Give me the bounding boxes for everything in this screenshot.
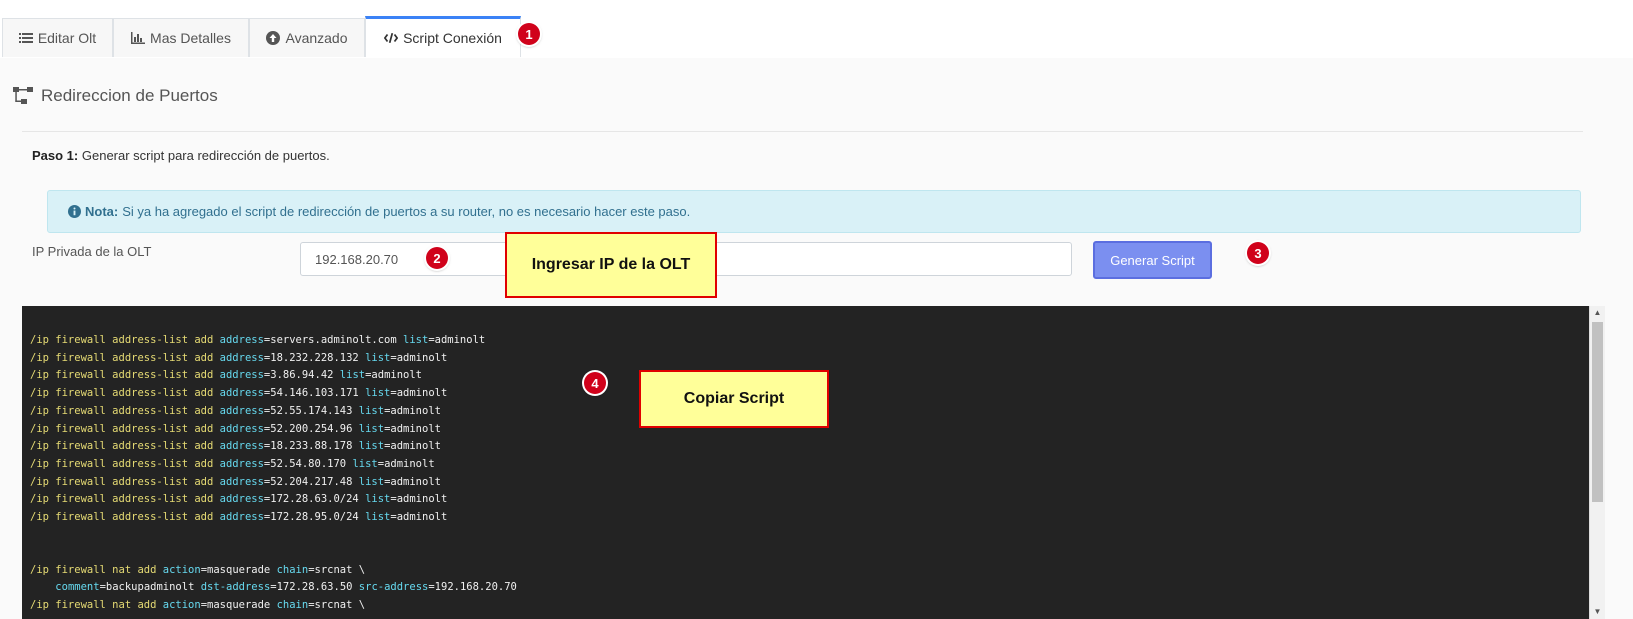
divider — [22, 131, 1583, 132]
address-list-line: /ip firewall address-list add address=52… — [30, 475, 441, 488]
tab-label: Editar Olt — [37, 30, 97, 46]
chart-icon — [131, 32, 146, 44]
scroll-up-icon[interactable]: ▲ — [1590, 306, 1605, 320]
address-list-line: /ip firewall address-list add address=18… — [30, 440, 441, 453]
tab-script-conexion[interactable]: Script Conexión — [365, 16, 521, 57]
copy-callout: Copiar Script — [639, 370, 829, 428]
tab-bar: Editar Olt Mas Detalles Avanzado Script … — [0, 16, 1633, 59]
note-alert: Nota: Si ya ha agregado el script de red… — [47, 190, 1581, 233]
address-list-line: /ip firewall address-list add address=52… — [30, 457, 435, 470]
tab-editar-olt[interactable]: Editar Olt — [2, 18, 113, 57]
scroll-down-icon[interactable]: ▼ — [1590, 605, 1605, 619]
ip-field-label: IP Privada de la OLT — [32, 244, 152, 259]
address-list-line: /ip firewall address-list add address=18… — [30, 351, 448, 364]
note-text: Si ya ha agregado el script de redirecci… — [122, 204, 691, 219]
step-text: Paso 1: Generar script para redirección … — [32, 148, 330, 163]
step-badge-1: 1 — [518, 23, 540, 45]
sitemap-icon — [13, 87, 33, 104]
code-icon — [384, 32, 399, 44]
info-icon — [68, 205, 81, 218]
step-badge-4: 4 — [584, 372, 606, 394]
section-header: Redireccion de Puertos — [13, 86, 218, 106]
arrow-up-circle-icon — [266, 31, 281, 45]
scroll-thumb[interactable] — [1592, 322, 1603, 502]
list-icon — [18, 33, 33, 43]
step-label: Paso 1: — [32, 148, 79, 163]
address-list-line: /ip firewall address-list add address=17… — [30, 493, 448, 506]
tab-label: Mas Detalles — [150, 30, 231, 46]
tab-mas-detalles[interactable]: Mas Detalles — [113, 18, 249, 57]
tab-avanzado[interactable]: Avanzado — [249, 18, 365, 57]
address-list-lines: /ip firewall address-list add address=se… — [30, 332, 1597, 527]
step-description: Generar script para redirección de puert… — [81, 148, 330, 163]
nat-line-1-cont: comment=backupadminolt dst-address=172.2… — [55, 581, 517, 594]
address-list-line: /ip firewall address-list add address=17… — [30, 511, 448, 524]
script-code-box[interactable]: /ip firewall address-list add address=se… — [22, 306, 1605, 619]
nat-line-1: /ip firewall nat add action=masquerade c… — [30, 563, 366, 576]
generate-script-button[interactable]: Generar Script — [1093, 241, 1212, 279]
note-label: Nota: — [85, 204, 119, 219]
ip-callout: Ingresar IP de la OLT — [505, 232, 717, 298]
address-list-line: /ip firewall address-list add address=se… — [30, 334, 486, 346]
nat-line-2: /ip firewall nat add action=masquerade c… — [30, 599, 366, 612]
step-badge-2: 2 — [426, 247, 448, 269]
tab-label: Avanzado — [285, 30, 348, 46]
step-badge-3: 3 — [1247, 242, 1269, 264]
section-title: Redireccion de Puertos — [41, 86, 218, 105]
code-scrollbar[interactable]: ▲ ▼ — [1589, 306, 1605, 619]
tab-label: Script Conexión — [403, 30, 502, 46]
